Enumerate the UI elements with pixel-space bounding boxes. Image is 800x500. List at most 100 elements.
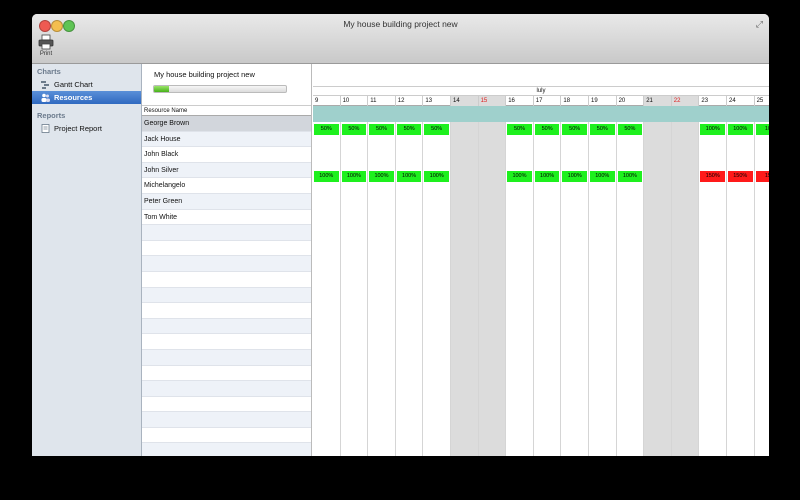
- allocation-cell[interactable]: 100%: [617, 170, 643, 182]
- printer-icon: [38, 34, 54, 50]
- empty-row[interactable]: [142, 397, 311, 413]
- resource-list-pane: My house building project new Resource N…: [142, 64, 312, 456]
- sidebar-item-gantt-chart[interactable]: Gantt Chart: [32, 78, 141, 91]
- sidebar-item-resources[interactable]: Resources: [32, 91, 141, 104]
- empty-row[interactable]: [142, 241, 311, 257]
- day-header-cell: 20: [617, 96, 645, 106]
- day-column: [617, 106, 645, 456]
- allocation-cell[interactable]: 50%: [534, 124, 560, 136]
- day-header-cell: 10: [341, 96, 369, 106]
- day-column: [561, 106, 589, 456]
- allocation-cell[interactable]: 100%: [369, 170, 394, 182]
- day-column: [755, 106, 769, 456]
- allocation-cell[interactable]: 10: [755, 124, 769, 136]
- empty-row[interactable]: [142, 225, 311, 241]
- print-button[interactable]: Print: [36, 34, 56, 57]
- day-header-cell: 13: [423, 96, 451, 106]
- day-header-cell: 18: [561, 96, 589, 106]
- resource-row[interactable]: Tom White: [142, 210, 311, 226]
- day-column: [589, 106, 617, 456]
- empty-row[interactable]: [142, 412, 311, 428]
- day-header-cell: 16: [506, 96, 534, 106]
- resource-rows: George Brown Jack House John Black John Sil…: [142, 116, 311, 456]
- day-header-cell: 17: [534, 96, 562, 106]
- fullscreen-icon[interactable]: ⤢: [756, 19, 763, 30]
- day-column: [644, 106, 672, 456]
- day-header-cell: 15: [478, 96, 507, 106]
- resource-row[interactable]: John Black: [142, 147, 311, 163]
- allocation-cell[interactable]: 50%: [562, 124, 587, 136]
- report-icon: [41, 124, 50, 133]
- day-column: [451, 106, 479, 456]
- sidebar-item-project-report[interactable]: Project Report: [32, 122, 141, 135]
- empty-row[interactable]: [142, 349, 311, 366]
- day-column: [699, 106, 727, 456]
- allocation-cell[interactable]: 100%: [314, 170, 339, 182]
- sidebar: Charts Gantt Chart Resources Reports Pro…: [32, 64, 142, 456]
- day-column: [478, 106, 507, 456]
- day-header-cell: 22: [671, 96, 700, 106]
- project-summary: My house building project new: [142, 64, 311, 106]
- day-column: [313, 106, 341, 456]
- allocation-cell[interactable]: 50%: [424, 124, 449, 136]
- allocation-cell[interactable]: 100%: [562, 170, 587, 182]
- allocation-cell[interactable]: 50%: [369, 124, 394, 136]
- day-column: [534, 106, 562, 456]
- day-header-cell: 12: [396, 96, 424, 106]
- day-column: [671, 106, 700, 456]
- day-header-cell: 11: [368, 96, 396, 106]
- allocation-cell[interactable]: 100%: [507, 170, 532, 182]
- day-column: [396, 106, 424, 456]
- day-column: [341, 106, 369, 456]
- allocation-cell[interactable]: 100%: [728, 124, 753, 136]
- resources-icon: [41, 93, 50, 102]
- allocation-cell[interactable]: 50%: [507, 124, 532, 136]
- resource-row[interactable]: Jack House: [142, 131, 311, 148]
- empty-row[interactable]: [142, 272, 311, 288]
- allocation-cell[interactable]: 100%: [534, 170, 560, 182]
- allocation-cell[interactable]: 100%: [341, 170, 367, 182]
- allocation-cell[interactable]: 100%: [396, 170, 422, 182]
- empty-row[interactable]: [142, 366, 311, 382]
- empty-row[interactable]: [142, 318, 311, 335]
- allocation-cell[interactable]: 15: [755, 170, 769, 182]
- resource-row[interactable]: John Silver: [142, 162, 311, 179]
- allocation-cell[interactable]: 50%: [590, 124, 615, 136]
- day-header-cell: 14: [451, 96, 479, 106]
- day-column: [506, 106, 534, 456]
- sidebar-section-charts: Charts: [37, 67, 61, 76]
- day-header: 9 10 11 12 13 14 15 16 17 18 19 20 21 22 23 24 25: [313, 96, 769, 106]
- day-column: [727, 106, 755, 456]
- empty-row[interactable]: [142, 428, 311, 444]
- progress-fill: [154, 86, 169, 92]
- month-header: luly: [313, 87, 769, 96]
- group-row-band: [313, 106, 769, 122]
- sidebar-item-label: Resources: [54, 93, 93, 102]
- day-column: [423, 106, 451, 456]
- allocation-cell[interactable]: 50%: [341, 124, 367, 136]
- empty-row[interactable]: [142, 334, 311, 350]
- sidebar-item-label: Project Report: [54, 124, 102, 133]
- resource-row[interactable]: Michelangelo: [142, 178, 311, 194]
- allocation-cell[interactable]: 100%: [590, 170, 615, 182]
- resource-row[interactable]: George Brown: [142, 116, 311, 132]
- empty-row[interactable]: [142, 303, 311, 319]
- allocation-cell[interactable]: 100%: [700, 124, 725, 136]
- allocation-cell[interactable]: 150%: [700, 170, 725, 182]
- empty-row[interactable]: [142, 256, 311, 272]
- empty-row[interactable]: [142, 287, 311, 304]
- allocation-cell[interactable]: 50%: [314, 124, 339, 136]
- empty-row[interactable]: [142, 381, 311, 397]
- allocation-grid: 50%50%50%50%50%50%50%50%50%50%100%100%10…: [313, 106, 769, 456]
- resource-row[interactable]: Peter Green: [142, 193, 311, 210]
- allocation-cell[interactable]: 100%: [424, 170, 449, 182]
- sidebar-item-label: Gantt Chart: [54, 80, 93, 89]
- day-header-cell: 23: [699, 96, 727, 106]
- allocation-cell[interactable]: 50%: [617, 124, 643, 136]
- allocation-cell[interactable]: 50%: [396, 124, 422, 136]
- allocation-cell[interactable]: 150%: [728, 170, 753, 182]
- empty-row[interactable]: [142, 443, 311, 456]
- resource-name-column-header[interactable]: Resource Name: [142, 106, 311, 116]
- day-header-cell: 21: [644, 96, 672, 106]
- project-progress-bar: [153, 85, 287, 93]
